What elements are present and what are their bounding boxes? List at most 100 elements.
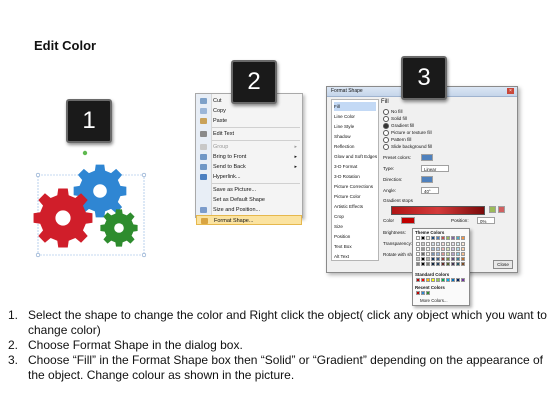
theme-color-swatch[interactable] [451,252,455,256]
theme-color-swatch[interactable] [441,242,445,246]
theme-color-swatch[interactable] [421,252,425,256]
theme-color-swatch[interactable] [456,247,460,251]
menu-item-save-as-picture[interactable]: Save as Picture... [196,185,302,195]
resize-handle[interactable] [35,172,41,178]
theme-color-swatch[interactable] [426,262,430,266]
theme-color-swatch[interactable] [461,247,465,251]
standard-color-swatch[interactable] [461,278,465,282]
theme-color-swatch[interactable] [426,247,430,251]
theme-color-swatch[interactable] [431,262,435,266]
theme-color-swatch[interactable] [421,262,425,266]
menu-item-paste[interactable]: Paste [196,116,302,126]
standard-color-swatch[interactable] [441,278,445,282]
green-gear[interactable] [100,209,138,247]
standard-color-swatch[interactable] [431,278,435,282]
theme-color-swatch[interactable] [426,257,430,261]
resize-handle[interactable] [141,252,147,258]
red-gear[interactable] [33,188,93,248]
standard-color-swatch[interactable] [436,278,440,282]
preset-colors-dropdown[interactable] [421,154,433,161]
theme-color-swatch[interactable] [436,247,440,251]
recent-color-swatch[interactable] [421,291,425,295]
resize-handle[interactable] [35,252,41,258]
radio-no-fill[interactable]: No fill [383,109,403,115]
standard-color-swatch[interactable] [421,278,425,282]
theme-color-swatch[interactable] [451,257,455,261]
recent-color-swatch[interactable] [416,291,420,295]
type-select[interactable]: Linear [421,165,449,172]
theme-color-swatch[interactable] [416,236,420,240]
theme-color-swatch[interactable] [446,257,450,261]
angle-input[interactable]: 40° [421,187,439,194]
radio-slide-bg-fill[interactable]: Slide background fill [383,144,432,150]
nav-item[interactable]: 3-D Format [334,162,376,171]
theme-color-swatch[interactable] [461,236,465,240]
theme-color-swatch[interactable] [461,262,465,266]
theme-color-swatch[interactable] [456,236,460,240]
theme-color-swatch[interactable] [461,257,465,261]
theme-color-swatch[interactable] [441,262,445,266]
theme-color-swatch[interactable] [431,247,435,251]
theme-color-swatch[interactable] [431,257,435,261]
menu-item-group[interactable]: Group ▸ [196,142,302,152]
standard-color-swatch[interactable] [456,278,460,282]
theme-color-swatch[interactable] [461,242,465,246]
theme-color-swatch[interactable] [436,236,440,240]
theme-color-swatch[interactable] [436,242,440,246]
nav-item[interactable]: Picture Corrections [334,182,376,191]
remove-stop-icon[interactable] [498,206,505,213]
menu-item-edit-text[interactable]: Edit Text [196,129,302,139]
recent-color-swatch[interactable] [426,291,430,295]
menu-item-set-default-shape[interactable]: Set as Default Shape [196,195,302,205]
color-picker-button[interactable] [401,217,415,224]
theme-color-swatch[interactable] [456,257,460,261]
more-colors-link[interactable]: More Colors... [420,298,448,303]
gears-illustration[interactable] [30,145,160,260]
nav-item[interactable]: Position [334,232,376,241]
theme-color-swatch[interactable] [441,252,445,256]
theme-color-swatch[interactable] [446,262,450,266]
theme-color-swatch[interactable] [421,236,425,240]
nav-item[interactable]: 3-D Rotation [334,172,376,181]
nav-item[interactable]: Reflection [334,142,376,151]
nav-item[interactable]: Line Style [334,122,376,131]
menu-item-size-and-position[interactable]: Size and Position... [196,205,302,215]
theme-color-swatch[interactable] [446,236,450,240]
theme-color-swatch[interactable] [421,257,425,261]
menu-item-hyperlink[interactable]: Hyperlink... [196,172,302,182]
menu-item-bring-to-front[interactable]: Bring to Front ▸ [196,152,302,162]
close-button[interactable]: Close [493,260,513,269]
theme-color-swatch[interactable] [426,242,430,246]
radio-pattern-fill[interactable]: Pattern fill [383,137,411,143]
standard-color-swatch[interactable] [416,278,420,282]
nav-item[interactable]: Crop [334,212,376,221]
theme-color-swatch[interactable] [416,257,420,261]
theme-color-swatch[interactable] [451,262,455,266]
radio-gradient-fill[interactable]: Gradient fill [383,123,414,129]
nav-item[interactable]: Line Color [334,112,376,121]
nav-item-fill[interactable]: Fill [334,102,376,111]
theme-color-swatch[interactable] [431,242,435,246]
theme-color-swatch[interactable] [441,236,445,240]
theme-color-swatch[interactable] [456,262,460,266]
theme-color-swatch[interactable] [441,247,445,251]
theme-color-swatch[interactable] [421,242,425,246]
theme-color-swatch[interactable] [441,257,445,261]
theme-color-swatch[interactable] [456,242,460,246]
theme-color-swatch[interactable] [456,252,460,256]
theme-color-swatch[interactable] [451,247,455,251]
theme-color-swatch[interactable] [436,262,440,266]
nav-item[interactable]: Artistic Effects [334,202,376,211]
nav-item[interactable]: Picture Color [334,192,376,201]
nav-item[interactable]: Text Box [334,242,376,251]
theme-color-swatch[interactable] [446,247,450,251]
gradient-stops-bar[interactable] [391,206,485,215]
theme-color-swatch[interactable] [451,242,455,246]
standard-color-swatch[interactable] [451,278,455,282]
nav-item[interactable]: Glow and Soft Edges [334,152,377,161]
theme-color-swatch[interactable] [431,236,435,240]
theme-color-swatch[interactable] [416,262,420,266]
menu-item-copy[interactable]: Copy [196,106,302,116]
standard-color-swatch[interactable] [426,278,430,282]
theme-color-swatch[interactable] [416,252,420,256]
